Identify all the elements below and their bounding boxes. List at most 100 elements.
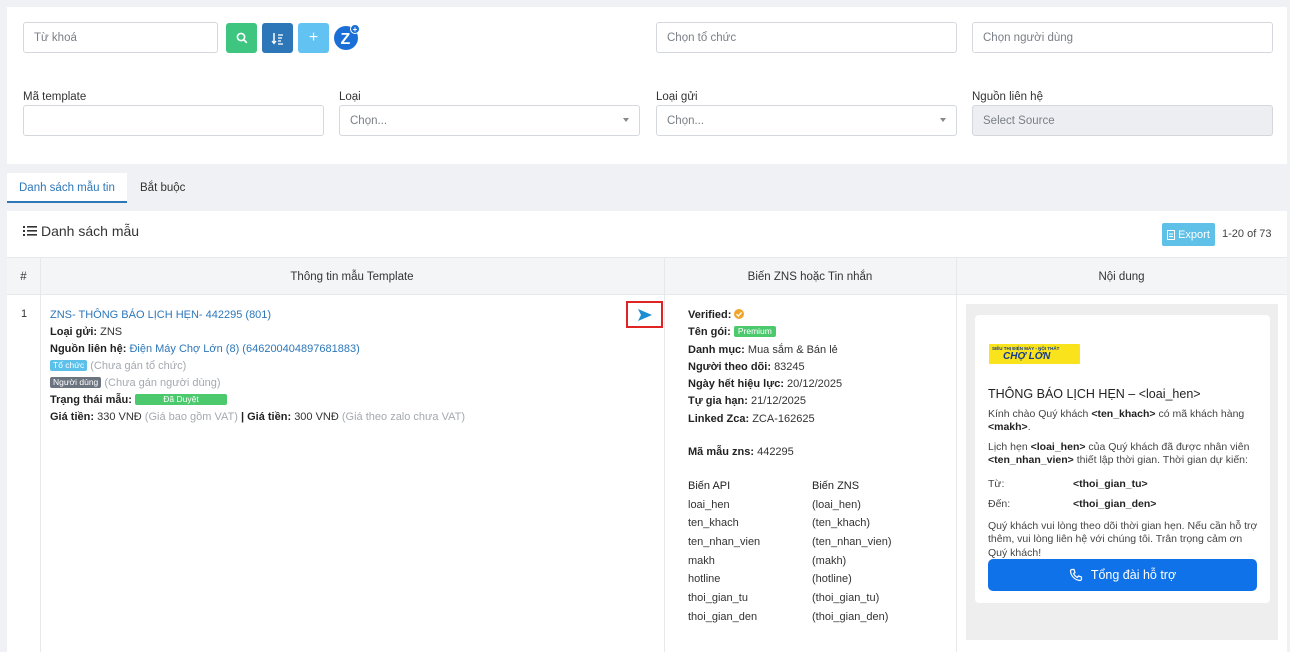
zns-code-key: Mã mẫu zns: (688, 446, 755, 459)
variable-row: ten_nhan_vien (ten_nhan_vien) (688, 533, 892, 552)
var-zns: (thoi_gian_tu) (812, 592, 880, 605)
var-zns: (thoi_gian_den) (812, 610, 889, 623)
price-note: (Giá theo zalo chưa VAT) (341, 411, 466, 423)
verified-badge-icon (734, 309, 745, 319)
user-placeholder: Chọn người dùng (983, 31, 1074, 44)
zalo-icon: Z+ (334, 24, 360, 50)
user-select[interactable]: Chọn người dùng (972, 22, 1273, 53)
template-info-cell: ZNS- THÔNG BÁO LỊCH HẸN- 442295 (801) Lo… (50, 307, 465, 426)
source-key: Nguồn liên hệ: (50, 343, 127, 355)
source-placeholder: Select Source (983, 114, 1055, 127)
type-select[interactable]: Chọn... (339, 105, 640, 136)
logo-name: CHỢ LỚN (1003, 351, 1051, 362)
price-note: (Giá bao gồm VAT) (144, 411, 238, 423)
status-key: Trạng thái mẫu: (50, 394, 132, 406)
variable-row: ten_khach (ten_khach) (688, 514, 870, 533)
package-badge: Premium (733, 326, 776, 338)
user-value: (Chưa gán người dùng) (104, 377, 221, 389)
sort-button[interactable] (262, 23, 293, 53)
template-code-input[interactable] (23, 105, 324, 136)
variable-row: loai_hen (loai_hen) (688, 496, 861, 515)
template-code-label: Mã template (23, 91, 87, 103)
support-hotline-label: Tổng đài hỗ trợ (1090, 568, 1177, 582)
filter-panel: Từ khoá + Z + Chọn tổ chức Chọn người dùn… (7, 7, 1287, 164)
send-arrow-icon (637, 308, 652, 321)
price-value: 300 VNĐ (294, 411, 339, 423)
type-placeholder: Chọn... (350, 114, 388, 127)
price-value: 330 VNĐ (97, 411, 142, 423)
column-header-content: Nội dung (1098, 271, 1145, 283)
expiry-value: 20/12/2025 (787, 378, 843, 391)
list-title: Danh sách mẫu (23, 223, 139, 239)
list-icon (23, 226, 37, 236)
from-label: Từ: (988, 478, 1005, 490)
message-preview: SIÊU THỊ ĐIỆN MÁY - NỘI THẤT CHỢ LỚN THÔ… (975, 315, 1270, 603)
svg-text:Z: Z (341, 31, 351, 48)
send-type-label: Loại gửi (656, 91, 698, 103)
table-header: # Thông tin mẫu Template Biến ZNS hoặc T… (7, 257, 1287, 295)
preview-from-row: Từ: <thoi_gian_tu> (988, 478, 1148, 490)
column-header-template-info: Thông tin mẫu Template (290, 271, 414, 283)
column-header-index: # (20, 271, 27, 283)
variable-row: hotline (hotline) (688, 570, 852, 589)
var-zns: (loai_hen) (812, 498, 861, 511)
export-button[interactable]: Export (1162, 223, 1215, 246)
chevron-down-icon (623, 118, 629, 122)
template-list-panel: Danh sách mẫu Export 1-20 of 73 # Thông … (7, 211, 1287, 652)
price-key: Giá tiền: (247, 411, 292, 423)
support-hotline-button[interactable]: Tổng đài hỗ trợ (988, 559, 1257, 591)
var-zns: (hotline) (812, 573, 852, 586)
file-icon (1167, 229, 1176, 240)
preview-to-row: Đến: <thoi_gian_den> (988, 498, 1156, 510)
keyword-placeholder: Từ khoá (34, 31, 77, 44)
source-link[interactable]: Điện Máy Chợ Lớn (8) (646200404897681883… (129, 343, 359, 355)
send-type-value: ZNS (100, 326, 123, 338)
preview-appointment-text: Lịch hẹn <loai_hen> của Quý khách đã đượ… (988, 441, 1250, 467)
price-separator: | (240, 411, 245, 423)
svg-text:+: + (353, 25, 358, 34)
tab-template-list[interactable]: Danh sách mẫu tin (7, 173, 127, 203)
variable-row: thoi_gian_tu (thoi_gian_tu) (688, 589, 879, 608)
category-value: Mua sắm & Bán lẻ (747, 343, 838, 356)
source-select[interactable]: Select Source (972, 105, 1273, 136)
add-button[interactable]: + (298, 23, 329, 53)
search-button[interactable] (226, 23, 257, 53)
column-divider (664, 257, 665, 652)
linked-value: ZCA-162625 (752, 412, 815, 425)
pagination-info: 1-20 of 73 (1222, 228, 1272, 240)
tab-required[interactable]: Bắt buộc (128, 173, 197, 203)
template-name-link[interactable]: ZNS- THÔNG BÁO LỊCH HẸN- 442295 (801) (50, 309, 271, 321)
phone-icon (1069, 568, 1082, 582)
renew-value: 21/12/2025 (750, 395, 807, 408)
row-index: 1 (21, 308, 28, 320)
var-api: makh (688, 554, 715, 567)
followers-key: Người theo dõi: (688, 360, 771, 373)
renew-key: Tự gia hạn: (688, 395, 748, 408)
chevron-down-icon (940, 118, 946, 122)
price-key: Giá tiền: (50, 411, 95, 423)
zalo-button[interactable]: Z + (333, 23, 361, 51)
send-button[interactable] (626, 301, 663, 328)
linked-key: Linked Zca: (688, 412, 750, 425)
package-key: Tên gói: (688, 326, 731, 339)
keyword-input[interactable]: Từ khoá (23, 22, 218, 53)
search-icon (236, 32, 247, 44)
var-zns: (makh) (812, 554, 847, 567)
org-value: (Chưa gán tổ chức) (90, 360, 187, 372)
plus-icon: + (308, 29, 319, 46)
send-type-key: Loại gửi: (50, 326, 98, 338)
source-label: Nguồn liên hệ (972, 91, 1043, 103)
var-api: ten_nhan_vien (688, 536, 761, 549)
org-select[interactable]: Chọn tổ chức (656, 22, 957, 53)
send-type-select[interactable]: Chọn... (656, 105, 957, 136)
preview-greeting: Kính chào Quý khách <ten_khach> có mã kh… (988, 408, 1245, 434)
org-placeholder: Chọn tổ chức (667, 31, 737, 44)
status-badge: Đã Duyệt (134, 394, 227, 405)
to-value: <thoi_gian_den> (1073, 498, 1157, 510)
send-type-placeholder: Chọn... (667, 114, 705, 127)
var-api: hotline (688, 573, 721, 586)
column-divider (40, 257, 41, 652)
from-value: <thoi_gian_tu> (1073, 478, 1148, 490)
variable-row: makh (makh) (688, 552, 846, 571)
var-header-api: Biến API (688, 480, 731, 492)
